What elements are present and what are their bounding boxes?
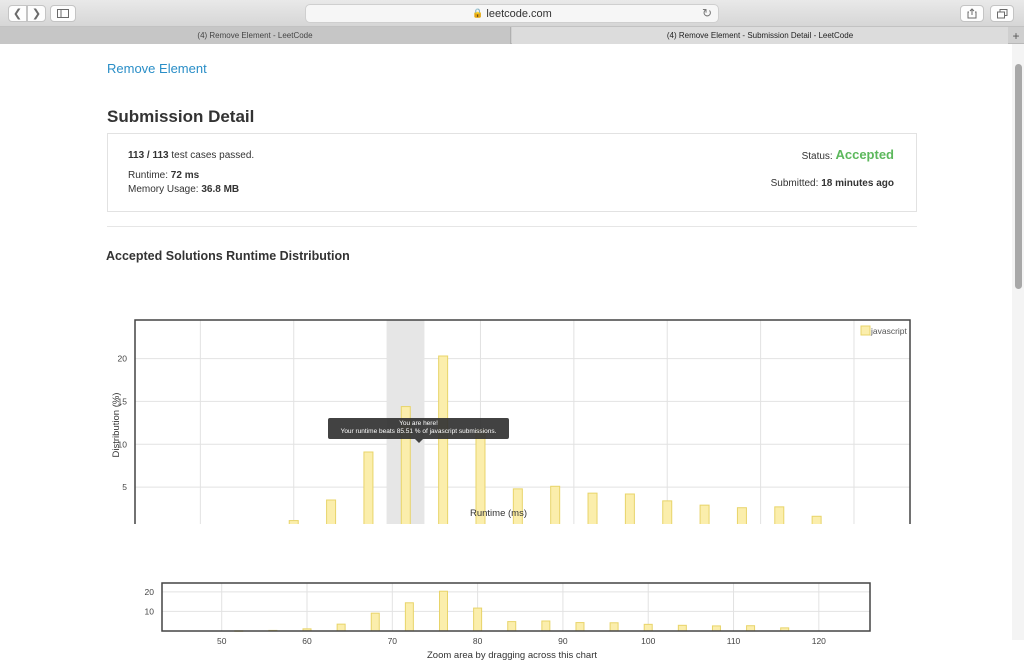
legend-swatch (860, 325, 871, 336)
chevron-left-icon: ❮ (12, 8, 23, 20)
tabs-icon (996, 8, 1007, 18)
status-label: Status: (801, 151, 836, 162)
bar (662, 500, 673, 524)
y-tick-label: 20 (145, 587, 155, 597)
x-axis-label: Runtime (ms) (470, 508, 527, 519)
plus-icon: + (1012, 28, 1020, 43)
x-tick-label: 120 (812, 636, 826, 646)
zoom-chart[interactable]: 50 60 70 80 90 100 110 120 10 20 Zoom area by dr… (140, 536, 900, 666)
bar (699, 504, 710, 524)
sidebar-button[interactable] (50, 5, 76, 22)
bar (336, 623, 346, 632)
test-cases-suffix: test cases passed. (168, 150, 255, 161)
tooltip-title: You are here! (399, 420, 438, 427)
problem-link[interactable]: Remove Element (107, 61, 207, 76)
x-tick-label: 50 (217, 636, 227, 646)
runtime-label: Runtime: (128, 170, 171, 181)
bar (746, 625, 756, 632)
back-button[interactable]: ❮ (8, 5, 27, 22)
y-tick-label: 10 (145, 606, 155, 616)
x-tick-label: 70 (388, 636, 398, 646)
y-tick-label: 5 (122, 482, 127, 492)
bar (774, 506, 785, 524)
new-tab-button[interactable]: + (1008, 27, 1024, 44)
divider (107, 226, 917, 227)
status-badge: Accepted (835, 147, 894, 162)
y-axis-label: Distribution (%) (111, 393, 122, 458)
chevron-right-icon: ❯ (31, 8, 42, 20)
chart-legend[interactable]: javascript (860, 325, 908, 336)
bar (507, 621, 517, 632)
bar (736, 507, 747, 524)
bar (609, 622, 619, 632)
tab-bar: (4) Remove Element - LeetCode (4) Remove… (0, 27, 1024, 44)
x-tick-label: 100 (641, 636, 655, 646)
bar (438, 355, 449, 524)
tooltip-text: Your runtime beats 85.51 % of javascript… (340, 428, 497, 435)
tab-label: (4) Remove Element - LeetCode (197, 31, 313, 40)
address-bar[interactable]: 🔒 leetcode.com ↻ (305, 4, 719, 23)
status-line: Status: Accepted (802, 147, 894, 162)
browser-toolbar: ❮ ❯ 🔒 leetcode.com ↻ (0, 0, 1024, 27)
section-title: Accepted Solutions Runtime Distribution (106, 249, 350, 263)
bar (370, 612, 380, 632)
share-icon (967, 8, 977, 19)
runtime-tooltip: You are here! Your runtime beats 85.51 %… (328, 418, 509, 443)
x-tick-label: 110 (727, 636, 741, 646)
bar (711, 625, 721, 632)
y-tick-label: 20 (118, 354, 128, 364)
submission-detail-box: 113 / 113 test cases passed. Runtime: 72… (107, 133, 917, 212)
runtime-distribution-chart[interactable]: 5060708090100110120 5101520 Runtime (ms)… (106, 274, 926, 524)
reload-icon[interactable]: ↻ (702, 6, 712, 20)
url-text: leetcode.com (486, 7, 552, 20)
x-tick-label: 80 (473, 636, 483, 646)
bar (326, 499, 337, 524)
bar (473, 607, 483, 632)
submitted-value: 18 minutes ago (821, 178, 894, 189)
runtime-value: 72 ms (170, 170, 200, 181)
bar (677, 624, 687, 632)
tabs-overview-button[interactable] (990, 5, 1014, 22)
runtime-line: Runtime: 72 ms (128, 170, 199, 181)
test-cases-count: 113 / 113 (128, 150, 169, 161)
bar (624, 493, 635, 524)
legend-label: javascript (870, 326, 908, 336)
sidebar-icon (57, 9, 69, 18)
bar (587, 492, 598, 524)
memory-label: Memory Usage: (128, 184, 202, 195)
test-cases-line: 113 / 113 test cases passed. (128, 150, 254, 161)
share-button[interactable] (960, 5, 984, 22)
bar (288, 520, 299, 524)
bar (404, 602, 414, 632)
x-tick-label: 90 (558, 636, 568, 646)
tab-label: (4) Remove Element - Submission Detail -… (666, 31, 854, 40)
bar (575, 622, 585, 632)
page-content: Remove Element Submission Detail 113 / 1… (0, 44, 1012, 661)
memory-line: Memory Usage: 36.8 MB (128, 184, 239, 195)
bar (541, 620, 551, 632)
bar (643, 623, 653, 632)
bar (550, 485, 561, 524)
bar (811, 515, 822, 524)
lock-icon: 🔒 (472, 8, 484, 18)
submitted-line: Submitted: 18 minutes ago (771, 178, 894, 189)
zoom-caption: Zoom area by dragging across this chart (427, 650, 597, 661)
bar (438, 590, 448, 632)
forward-button[interactable]: ❯ (27, 5, 46, 22)
submitted-label: Submitted: (770, 178, 822, 189)
scrollbar-thumb[interactable] (1015, 64, 1022, 289)
page-title: Submission Detail (107, 107, 255, 126)
tab-submission-detail[interactable]: (4) Remove Element - Submission Detail -… (512, 27, 1008, 44)
x-tick-label: 60 (302, 636, 312, 646)
bar (363, 451, 374, 524)
memory-value: 36.8 MB (201, 184, 240, 195)
page-scrollbar[interactable] (1012, 44, 1024, 640)
tab-remove-element[interactable]: (4) Remove Element - LeetCode (0, 27, 511, 44)
